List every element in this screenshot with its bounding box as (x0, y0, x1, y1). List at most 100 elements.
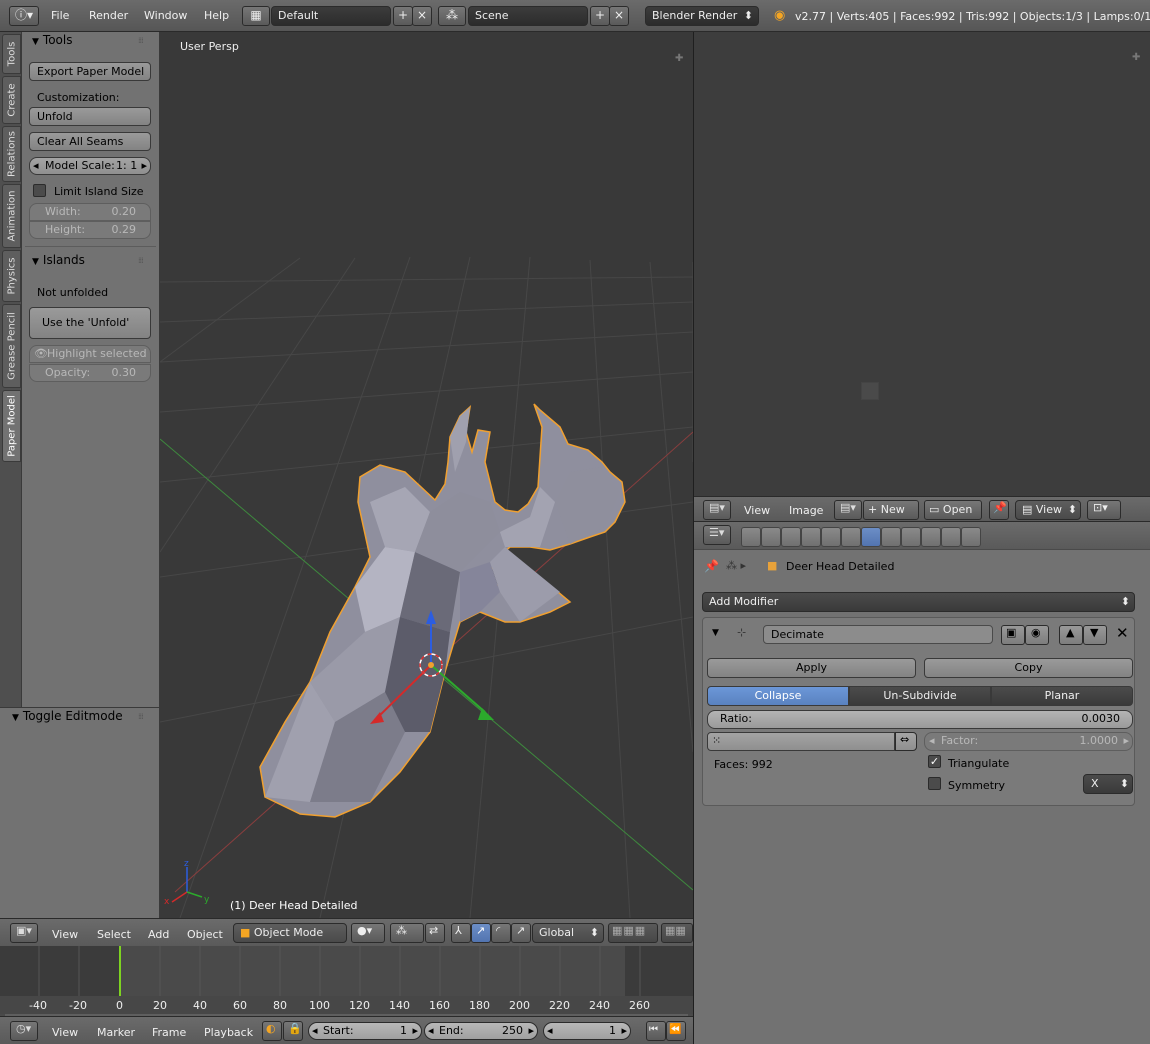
menu-view[interactable]: View (52, 928, 78, 941)
screen-layout-field[interactable]: Default (271, 6, 391, 26)
menu-select[interactable]: Select (97, 928, 131, 941)
scene-tab-icon[interactable] (781, 527, 801, 547)
drag-grip-icon[interactable]: ⁞⁞⁞ (138, 36, 144, 45)
tab-animation[interactable]: Animation (2, 184, 21, 248)
mode-select[interactable]: ■ Object Mode (233, 923, 347, 943)
tab-grease-pencil[interactable]: Grease Pencil (2, 304, 21, 388)
screen-layout-icon[interactable]: ▦ (242, 6, 270, 26)
open-image-button[interactable]: ▭ Open (924, 500, 982, 520)
factor-field[interactable]: ◂ Factor: 1.0000 ▸ (924, 732, 1133, 751)
editor-type-button[interactable]: ☰▾ (703, 525, 731, 545)
planar-mode-tab[interactable]: Planar (991, 686, 1133, 706)
move-up-button[interactable]: ▲ (1059, 625, 1083, 645)
modifiers-tab-icon[interactable] (861, 527, 881, 547)
symmetry-checkbox[interactable] (928, 777, 941, 790)
start-frame-field[interactable]: ◂ Start: 1 ▸ (308, 1022, 422, 1040)
layer-buttons[interactable]: ▦▦▦ (608, 923, 658, 943)
export-paper-model-button[interactable]: Export Paper Model (29, 62, 151, 81)
menu-window[interactable]: Window (144, 9, 187, 22)
width-field[interactable]: Width: 0.20 (29, 203, 151, 221)
toggle-editmode-header[interactable]: ▼ Toggle Editmode (12, 709, 123, 723)
world-tab-icon[interactable] (801, 527, 821, 547)
tools-panel-header[interactable]: ▼ Tools (32, 33, 72, 47)
remove-screen-icon[interactable]: × (412, 6, 432, 26)
islands-panel-header[interactable]: ▼ Islands (32, 253, 85, 267)
menu-render[interactable]: Render (89, 9, 128, 22)
constraints-tab-icon[interactable] (841, 527, 861, 547)
ratio-slider[interactable]: Ratio: 0.0030 (707, 710, 1133, 729)
unsubdivide-mode-tab[interactable]: Un-Subdivide (849, 686, 991, 706)
height-field[interactable]: Height: 0.29 (29, 221, 151, 239)
vertex-group-field[interactable]: ⁙ (707, 732, 895, 751)
scene-field[interactable]: Scene (468, 6, 588, 26)
view-mode-select[interactable]: ▤ View ⬍ (1015, 500, 1081, 520)
manipulator-toggle[interactable]: ⇄ (425, 923, 445, 943)
material-tab-icon[interactable] (901, 527, 921, 547)
tab-relations[interactable]: Relations (2, 126, 21, 182)
add-screen-icon[interactable]: + (393, 6, 413, 26)
modifier-name-field[interactable]: Decimate (763, 625, 993, 644)
symmetry-axis-select[interactable]: X ⬍ (1083, 774, 1133, 794)
render-toggle[interactable]: ▣ (1001, 625, 1025, 645)
jump-start-button[interactable]: ⏮ (646, 1021, 666, 1041)
editor-type-button[interactable]: ◷▾ (10, 1021, 38, 1041)
end-frame-field[interactable]: ◂ End: 250 ▸ (424, 1022, 538, 1040)
layer-buttons-2[interactable]: ▦▦ (661, 923, 693, 943)
collapse-triangle-icon[interactable]: ▼ (712, 628, 719, 638)
timeline[interactable]: -40 -20 0 20 40 60 80 100 120 140 160 18… (0, 946, 693, 1016)
close-icon[interactable]: ✕ (1116, 624, 1129, 642)
menu-frame[interactable]: Frame (152, 1026, 186, 1039)
rotate-tool[interactable]: ◜ (491, 923, 511, 943)
triangulate-checkbox[interactable]: ✓ (928, 755, 941, 768)
scale-tool[interactable]: ↗ (511, 923, 531, 943)
opacity-field[interactable]: Opacity: 0.30 (29, 364, 151, 382)
menu-image[interactable]: Image (789, 504, 823, 517)
viewport-toggle[interactable]: ◉ (1025, 625, 1049, 645)
tab-tools[interactable]: Tools (2, 34, 21, 74)
object-tab-icon[interactable] (821, 527, 841, 547)
menu-marker[interactable]: Marker (97, 1026, 135, 1039)
add-scene-icon[interactable]: + (590, 6, 610, 26)
prev-keyframe-button[interactable]: ⏪ (666, 1021, 686, 1041)
model-scale-field[interactable]: ◂ Model Scale: 1: 1 ▸ (29, 157, 151, 175)
keying-set-button[interactable]: ◐ (262, 1021, 282, 1041)
scene-icon[interactable]: ⁂ (438, 6, 466, 26)
move-down-button[interactable]: ▼ (1083, 625, 1107, 645)
unfold-button[interactable]: Unfold (29, 107, 151, 126)
tab-paper-model[interactable]: Paper Model (2, 390, 21, 462)
render-layers-tab-icon[interactable] (761, 527, 781, 547)
drag-grip-icon[interactable]: ⁞⁞⁞ (138, 712, 144, 721)
use-unfold-tool-button[interactable]: Use the 'Unfold' tool (29, 307, 151, 359)
pin-icon[interactable]: 📌 (704, 559, 719, 573)
current-frame-field[interactable]: ◂ 1 ▸ (543, 1022, 631, 1040)
data-tab-icon[interactable] (881, 527, 901, 547)
menu-view[interactable]: View (52, 1026, 78, 1039)
area-split-icon[interactable]: ✚ (1132, 52, 1140, 63)
drag-grip-icon[interactable]: ⁞⁞⁞ (138, 256, 144, 265)
menu-playback[interactable]: Playback (204, 1026, 253, 1039)
physics-tab-icon[interactable] (961, 527, 981, 547)
browse-image-button[interactable]: ▤▾ (834, 500, 862, 520)
copy-button[interactable]: Copy (924, 658, 1133, 678)
texture-tab-icon[interactable] (921, 527, 941, 547)
render-tab-icon[interactable] (741, 527, 761, 547)
area-split-icon[interactable]: ✚ (675, 53, 683, 64)
collapse-mode-tab[interactable]: Collapse (707, 686, 849, 706)
menu-add[interactable]: Add (148, 928, 169, 941)
editor-type-button[interactable]: ⓘ▾ (9, 6, 39, 26)
pin-button[interactable]: 📌 (989, 500, 1009, 520)
viewport-shading-select[interactable]: ●▾ (351, 923, 385, 943)
new-image-button[interactable]: + New (863, 500, 919, 520)
lock-button[interactable]: 🔒 (283, 1021, 303, 1041)
tab-create[interactable]: Create (2, 76, 21, 124)
image-editor[interactable]: ✚ (694, 32, 1150, 496)
3d-viewport[interactable]: z x y ✚ User Persp (1) Deer Head Detaile… (160, 32, 693, 918)
translate-manipulator[interactable]: ⅄ (451, 923, 471, 943)
remove-scene-icon[interactable]: × (609, 6, 629, 26)
add-modifier-dropdown[interactable]: Add Modifier ⬍ (702, 592, 1135, 612)
invert-vertex-group-button[interactable]: ⇔ (895, 732, 917, 751)
apply-button[interactable]: Apply (707, 658, 916, 678)
render-engine-select[interactable]: Blender Render ⬍ (645, 6, 759, 26)
menu-object[interactable]: Object (187, 928, 223, 941)
transform-orientation-select[interactable]: Global ⬍ (532, 923, 604, 943)
